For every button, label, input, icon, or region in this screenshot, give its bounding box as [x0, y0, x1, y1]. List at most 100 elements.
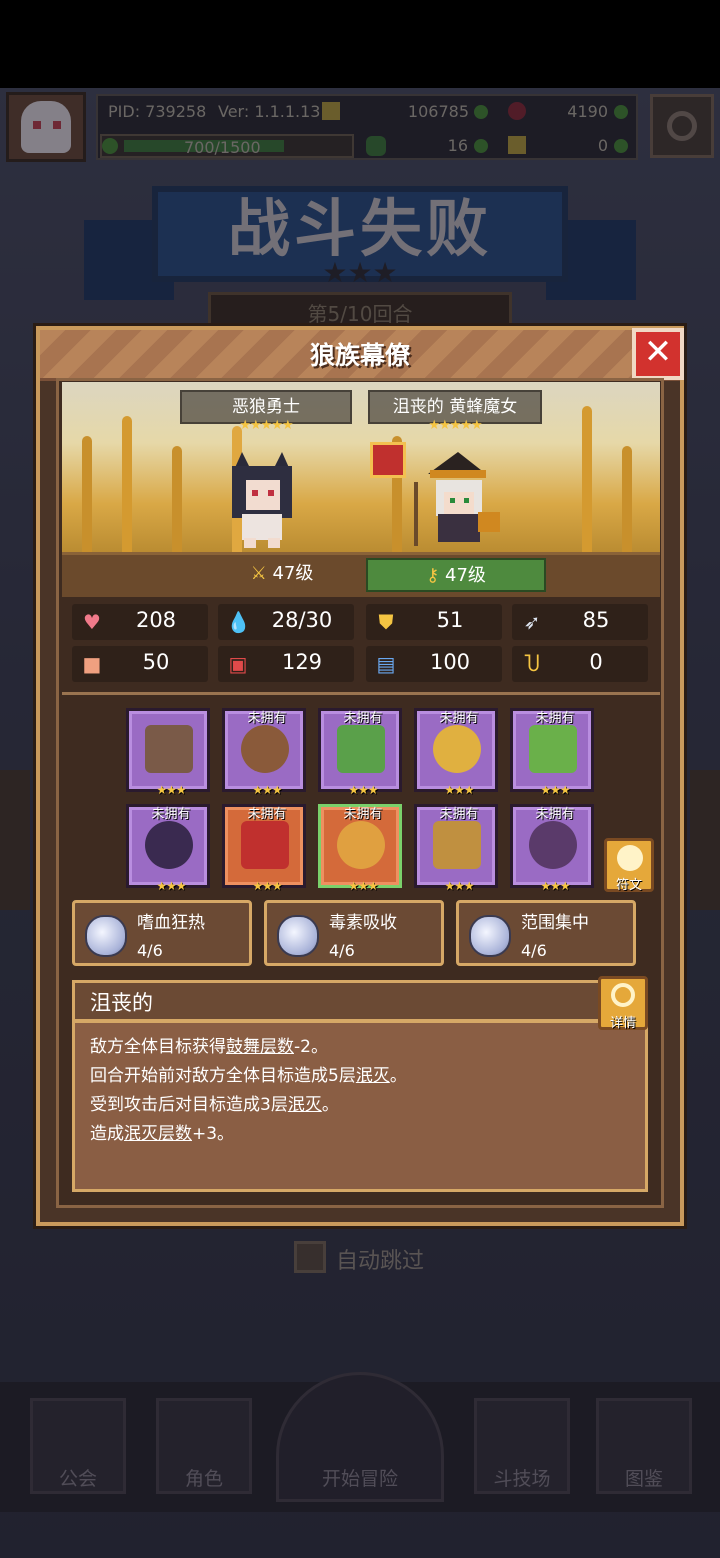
trait-text: +3。 — [192, 1124, 235, 1144]
equipment-slot[interactable]: ★★★ — [126, 708, 210, 797]
heart-icon: ♥ — [83, 610, 101, 634]
magnifier-icon — [611, 983, 635, 1007]
equipment-slot[interactable]: 未拥有 ★★★ — [414, 708, 498, 797]
trait-text: 。 — [389, 1066, 407, 1086]
close-icon[interactable]: ✕ — [632, 328, 684, 380]
hero-scene — [62, 382, 660, 556]
stat-value: 0 — [589, 650, 603, 674]
stat-value: 85 — [582, 608, 610, 632]
gold-bracelet-icon — [433, 821, 481, 869]
not-owned-label: 未拥有 — [439, 807, 479, 822]
golden-orb-icon — [433, 725, 481, 773]
trait-header — [72, 980, 632, 1022]
sword-icon: ⚔ — [250, 563, 267, 584]
trait-text: -2。 — [294, 1037, 328, 1057]
equipment-stars: ★★★ — [540, 879, 570, 893]
speed-boot-icon: ▤ — [376, 652, 396, 676]
equipment-stars: ★★★ — [156, 879, 186, 893]
stat-value: 50 — [142, 650, 170, 674]
trait-title: 沮丧的 — [90, 991, 153, 1015]
equipment-stars: ★★★ — [540, 783, 570, 797]
fist-icon: ■ — [82, 652, 102, 676]
trait-keyword-link[interactable]: 鼓舞层数 — [226, 1037, 294, 1057]
boots-icon — [529, 821, 577, 869]
trait-text: 造成 — [90, 1124, 124, 1144]
trait-text: 受到攻击后对目标造成3层 — [90, 1095, 288, 1115]
staff-icon — [145, 725, 193, 773]
trait-line: 回合开始前对敌方全体目标造成5层泯灭。 — [90, 1061, 407, 1086]
equipment-slot[interactable]: 未拥有 ★★★ — [318, 708, 402, 797]
trait-line: 敌方全体目标获得鼓舞层数-2。 — [90, 1032, 328, 1057]
equipment-slot[interactable]: 未拥有 ★★★ — [510, 804, 594, 893]
wasp-witch-sprite — [414, 452, 500, 546]
mana-drop-icon: 💧 — [226, 610, 251, 634]
stat-value: 129 — [281, 650, 323, 674]
stat-value: 28/30 — [271, 608, 333, 632]
trait-keyword-link[interactable]: 泯灭 — [288, 1095, 322, 1115]
wolf-warrior-sprite — [232, 452, 292, 548]
skill-orb-icon — [85, 915, 127, 957]
wing-icon: ➶ — [523, 610, 541, 634]
not-owned-label: 未拥有 — [247, 807, 287, 822]
equipment-slot[interactable]: 未拥有 ★★★ — [414, 804, 498, 893]
stat-cell: ➶ 85 — [512, 604, 648, 640]
not-owned-label: 未拥有 — [343, 711, 383, 726]
amulet-icon — [337, 725, 385, 773]
skill-orb-icon — [469, 915, 511, 957]
trait-line: 造成泯灭层数+3。 — [90, 1119, 234, 1144]
equipment-stars: ★★★ — [252, 783, 282, 797]
equipment-slot[interactable]: 未拥有 ★★★ — [222, 708, 306, 797]
equipment-slot[interactable]: 未拥有 ★★★ — [318, 804, 402, 893]
stat-cell: 💧 28/30 — [218, 604, 354, 640]
skill-name: 毒素吸收 — [329, 913, 397, 933]
equipment-stars: ★★★ — [156, 783, 186, 797]
skill-name: 嗜血狂热 — [137, 913, 205, 933]
equipment-stars: ★★★ — [444, 879, 474, 893]
trait-line: 受到攻击后对目标造成3层泯灭。 — [90, 1090, 339, 1115]
scene-ground — [62, 552, 660, 597]
equipment-slot[interactable]: 未拥有 ★★★ — [510, 708, 594, 797]
equipment-slot[interactable]: 未拥有 ★★★ — [126, 804, 210, 893]
not-owned-label: 未拥有 — [535, 711, 575, 726]
equipment-slot[interactable]: 未拥有 ★★★ — [222, 804, 306, 893]
hero1-level-plate: ⚔ 47级 — [222, 558, 342, 592]
spellbook-icon: ▣ — [228, 652, 248, 676]
stat-cell: ▤ 100 — [366, 646, 502, 682]
stat-cell: Ⴎ0 — [512, 646, 648, 682]
not-owned-label: 未拥有 — [343, 807, 383, 822]
skill-slot[interactable]: 毒素吸收 4/6 — [264, 900, 444, 966]
skill-slot[interactable]: 范围集中 4/6 — [456, 900, 636, 966]
key-sword-icon: ⚷ — [426, 565, 440, 586]
stat-value: 100 — [429, 650, 471, 674]
skill-progress: 4/6 — [329, 941, 355, 960]
equipment-stars: ★★★ — [444, 783, 474, 797]
modal-title: 狼族幕僚 — [309, 341, 410, 370]
skill-orb-icon — [277, 915, 319, 957]
skill-progress: 4/6 — [137, 941, 163, 960]
hero2-level-plate: ⚷ 47级 — [366, 558, 546, 592]
trait-text: 。 — [321, 1095, 339, 1115]
detail-label: 详情 — [609, 1016, 636, 1031]
status-effect-icon — [370, 442, 406, 478]
witch-hat-icon — [145, 821, 193, 869]
not-owned-label: 未拥有 — [151, 807, 191, 822]
hero2-stars: ★★★★★ — [428, 418, 482, 433]
skill-progress: 4/6 — [521, 941, 547, 960]
trait-keyword-link[interactable]: 泯灭层数 — [124, 1124, 192, 1144]
trait-text: 敌方全体目标获得 — [90, 1037, 226, 1057]
hero2-level: 47级 — [445, 565, 486, 586]
stat-cell: ■ 50 — [72, 646, 208, 682]
hero1-stars: ★★★★★ — [239, 418, 293, 433]
stat-value: 51 — [436, 608, 464, 632]
stat-value: 208 — [135, 608, 177, 632]
round-shield-icon — [241, 725, 289, 773]
trait-text: 回合开始前对敌方全体目标造成5层 — [90, 1066, 356, 1086]
equipment-stars: ★★★ — [348, 879, 378, 893]
red-armor-icon — [241, 821, 289, 869]
not-owned-label: 未拥有 — [535, 807, 575, 822]
horseshoe-icon: Ⴎ — [524, 652, 540, 676]
skill-slot[interactable]: 嗜血狂热 4/6 — [72, 900, 252, 966]
green-ring-icon — [529, 725, 577, 773]
trait-keyword-link[interactable]: 泯灭 — [356, 1066, 390, 1086]
skill-name: 范围集中 — [521, 913, 589, 933]
